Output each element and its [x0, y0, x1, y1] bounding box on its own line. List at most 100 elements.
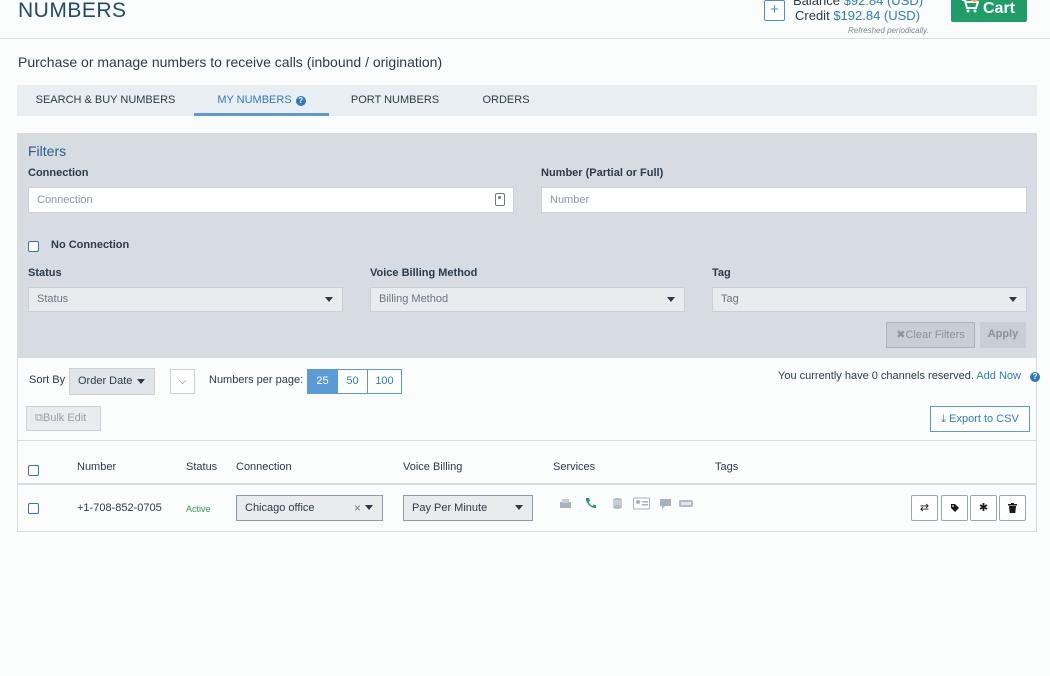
caret-down-icon: [1009, 297, 1017, 302]
connection-filter-label: Connection: [28, 167, 89, 179]
tab-orders[interactable]: ORDERS: [475, 85, 537, 116]
connection-filter-input[interactable]: Connection: [28, 187, 514, 213]
bulk-edit-label: Bulk Edit: [42, 412, 87, 424]
filters-title: Filters: [28, 143, 67, 159]
status-filter-select[interactable]: Status: [28, 287, 343, 312]
per-page-100-button[interactable]: 100: [367, 369, 402, 394]
tab-search-buy-numbers[interactable]: SEARCH & BUY NUMBERS: [17, 85, 194, 116]
sms-icon[interactable]: [659, 497, 672, 510]
table-header: Number Status Connection Voice Billing S…: [18, 440, 1036, 485]
caret-down-icon: [137, 379, 145, 384]
clear-icon[interactable]: ×: [354, 496, 361, 520]
column-header-connection[interactable]: Connection: [236, 461, 292, 473]
cart-button[interactable]: Cart: [951, 0, 1027, 22]
phone-icon[interactable]: [584, 497, 597, 510]
balance-row: Balance $92.84 (USD): [793, 0, 923, 8]
column-header-number[interactable]: Number: [77, 461, 116, 473]
channels-notice: You currently have 0 channels reserved. …: [778, 370, 1041, 382]
tab-label: MY NUMBERS: [217, 94, 292, 106]
billing-filter-label: Voice Billing Method: [370, 267, 478, 279]
per-page-group: 25 50 100: [307, 369, 402, 394]
sort-by-value: Order Date: [78, 375, 133, 387]
caret-down-icon: [667, 297, 675, 302]
connection-placeholder: Connection: [37, 194, 93, 206]
column-header-status[interactable]: Status: [186, 461, 217, 473]
page-subtitle: Purchase or manage numbers to receive ca…: [18, 54, 443, 70]
balance-value: $92.84 (USD): [843, 0, 924, 8]
phone-number[interactable]: +1-708-852-0705: [77, 502, 162, 514]
no-connection-label: No Connection: [51, 239, 130, 251]
no-connection-checkbox[interactable]: [28, 241, 39, 252]
e911-icon[interactable]: [679, 497, 693, 510]
help-icon[interactable]: ?: [1030, 372, 1041, 382]
clear-filters-label: Clear Filters: [905, 329, 965, 341]
export-csv-button[interactable]: ⤓ Export to CSV: [930, 406, 1030, 432]
cart-label: Cart: [983, 0, 1016, 17]
tag-icon: [950, 504, 959, 512]
number-filter-label: Number (Partial or Full): [541, 167, 664, 179]
tag-filter-select[interactable]: Tag: [712, 287, 1027, 312]
select-all-checkbox[interactable]: [28, 465, 39, 476]
tag-select-value: Tag: [721, 293, 739, 305]
tab-port-numbers[interactable]: PORT NUMBERS: [345, 85, 445, 116]
billing-method-select[interactable]: Billing Method: [370, 287, 685, 312]
voice-billing-select[interactable]: Pay Per Minute: [403, 495, 533, 521]
database-icon[interactable]: [611, 497, 624, 510]
credit-value: $192.84 (USD): [833, 8, 921, 23]
numbers-list-panel: Sort By Order Date ⌵ Numbers per page: 2…: [17, 358, 1041, 532]
number-placeholder: Number: [550, 194, 590, 206]
bulk-edit-button[interactable]: ⧉Bulk Edit: [26, 406, 101, 431]
tab-my-numbers[interactable]: MY NUMBERS?: [194, 85, 329, 116]
sort-by-select[interactable]: Order Date: [69, 368, 155, 395]
column-header-voice-billing[interactable]: Voice Billing: [403, 461, 462, 473]
sort-by-label: Sort By: [29, 374, 66, 386]
status-select-value: Status: [37, 293, 69, 305]
tab-label: ORDERS: [482, 94, 530, 106]
clear-filters-button[interactable]: ✖Clear Filters: [886, 322, 975, 348]
voice-billing-value: Pay Per Minute: [412, 502, 488, 514]
transfer-button[interactable]: ⇄: [911, 495, 938, 521]
sort-direction-button[interactable]: ⌵: [170, 369, 195, 394]
delete-button[interactable]: [999, 495, 1026, 521]
table-row: +1-708-852-0705 Active Chicago office × …: [18, 485, 1036, 531]
per-page-50-button[interactable]: 50: [337, 369, 368, 394]
column-header-tags: Tags: [715, 461, 739, 473]
number-filter-input[interactable]: Number: [541, 187, 1027, 213]
status-badge: Active: [186, 504, 211, 514]
cnam-icon[interactable]: [633, 497, 650, 510]
tab-label: SEARCH & BUY NUMBERS: [35, 94, 176, 106]
swap-icon: ⇄: [919, 502, 930, 514]
page-title: NUMBERS: [18, 0, 127, 22]
tab-label: PORT NUMBERS: [350, 94, 440, 106]
trash-icon: [1008, 503, 1017, 513]
tag-button[interactable]: [941, 495, 968, 521]
filters-panel: Filters Connection Connection Number (Pa…: [17, 133, 1037, 358]
contact-book-icon[interactable]: [495, 193, 505, 206]
settings-button[interactable]: ✱: [970, 495, 997, 521]
per-page-25-button[interactable]: 25: [307, 369, 338, 394]
caret-down-icon: [365, 505, 373, 510]
connection-value: Chicago office: [245, 502, 315, 514]
status-filter-label: Status: [28, 267, 62, 279]
tag-filter-label: Tag: [712, 267, 731, 279]
per-page-label: Numbers per page:: [209, 374, 304, 386]
refreshed-note: Refreshed periodically.: [848, 26, 929, 35]
apply-filters-button[interactable]: Apply: [980, 322, 1026, 348]
add-now-link[interactable]: Add Now: [976, 370, 1021, 382]
gear-icon: ✱: [978, 502, 989, 514]
billing-select-value: Billing Method: [379, 293, 449, 305]
caret-down-icon: [515, 505, 523, 510]
export-csv-label: Export to CSV: [949, 413, 1019, 425]
tab-bar: SEARCH & BUY NUMBERS MY NUMBERS? PORT NU…: [17, 85, 1037, 116]
download-icon: ⤓: [941, 413, 947, 425]
balance-label: Balance: [793, 0, 840, 8]
add-funds-button[interactable]: +: [764, 0, 785, 21]
cart-icon: [961, 0, 980, 22]
fax-icon[interactable]: [559, 497, 572, 510]
page-header: NUMBERS + Balance $92.84 (USD) Credit $1…: [0, 0, 1050, 39]
column-header-services: Services: [553, 461, 596, 473]
help-icon[interactable]: ?: [295, 96, 306, 106]
row-checkbox[interactable]: [28, 503, 39, 514]
connection-select[interactable]: Chicago office ×: [236, 495, 383, 521]
channels-text: You currently have 0 channels reserved.: [778, 370, 974, 382]
